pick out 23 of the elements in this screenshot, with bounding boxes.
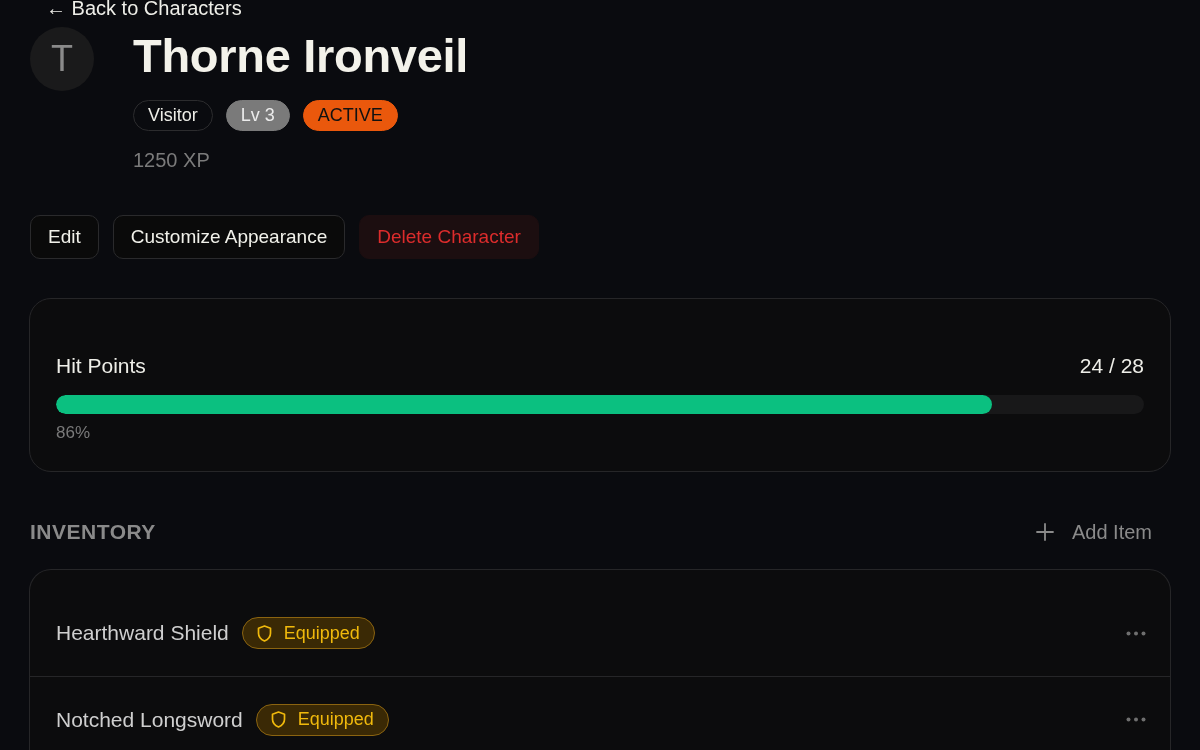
- shield-icon: [270, 711, 286, 728]
- avatar: T: [30, 27, 94, 91]
- item-name: Hearthward Shield: [56, 621, 229, 645]
- back-link[interactable]: ← Back to Characters: [46, 0, 242, 19]
- character-name: Thorne Ironveil: [133, 30, 468, 82]
- hit-points-label: Hit Points: [56, 354, 146, 378]
- hit-points-percent: 86%: [56, 423, 91, 443]
- xp-text: 1250 XP: [133, 149, 210, 172]
- shield-icon: [256, 624, 272, 642]
- hit-points-reading: 24 / 28: [1079, 354, 1144, 378]
- plus-icon: [1035, 523, 1054, 541]
- delete-button[interactable]: Delete Character: [359, 215, 539, 259]
- equipped-label: Equipped: [283, 622, 360, 644]
- more-options-icon[interactable]: [1126, 630, 1146, 636]
- status-badge: ACTIVE: [302, 100, 398, 131]
- add-item-button[interactable]: Add Item: [1035, 520, 1152, 544]
- more-options-icon[interactable]: [1126, 717, 1146, 722]
- action-button[interactable]: Edit: [30, 215, 99, 259]
- action-button[interactable]: Customize Appearance: [112, 215, 346, 259]
- section-title: INVENTORY: [30, 520, 156, 544]
- item-name: Notched Longsword: [56, 707, 243, 732]
- level-badge: Lv 3: [225, 100, 290, 131]
- equipped-label: Equipped: [297, 709, 374, 730]
